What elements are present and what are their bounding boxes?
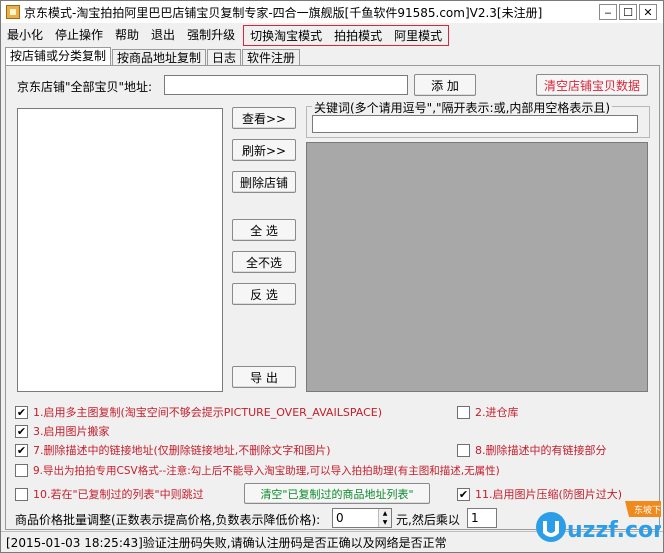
menu-ali-mode[interactable]: 阿里模式 (388, 26, 448, 46)
tab-panel: 京东店铺"全部宝贝"地址: 添 加 清空店铺宝贝数据 查看>> 刷新>> 删除店… (5, 65, 660, 530)
option-9-label: 9.导出为拍拍专用CSV格式--注意:勾上后不能导入淘宝助理,可以导入拍拍助理(… (33, 465, 500, 477)
app-icon (6, 5, 20, 19)
menu-paipai-mode[interactable]: 拍拍模式 (328, 26, 388, 46)
tab-log[interactable]: 日志 (207, 49, 242, 66)
option-8-row[interactable]: 8.删除描述中的有链接部分 (457, 442, 607, 458)
price-unit-label: 元,然后乘以 (396, 513, 460, 527)
tab-by-store[interactable]: 按店铺或分类复制 (5, 47, 112, 66)
menu-bar: 最小化 停止操作 帮助 退出 强制升级 切换淘宝模式 拍拍模式 阿里模式 (1, 24, 663, 46)
watermark-domain-text: uzzf.com (567, 518, 661, 543)
option-10-row[interactable]: 10.若在"已复制过的列表"中则跳过 (15, 486, 204, 502)
watermark-badge-text: 东坡下载 (634, 504, 661, 516)
tab-by-url[interactable]: 按商品地址复制 (112, 49, 207, 66)
refresh-button[interactable]: 刷新>> (232, 139, 296, 161)
option-11-checkbox[interactable]: ✔ (457, 487, 470, 501)
option-7-checkbox[interactable]: ✔ (15, 443, 28, 457)
watermark-logo: 东坡下载 uzzf.com (536, 501, 661, 543)
invert-selection-button[interactable]: 反 选 (232, 283, 296, 305)
price-multiplier-input[interactable]: 1 (467, 508, 497, 528)
menu-help[interactable]: 帮助 (109, 25, 145, 45)
select-none-button[interactable]: 全不选 (232, 251, 296, 273)
option-2-label: 2.进仓库 (475, 406, 519, 419)
keyword-input[interactable] (312, 115, 638, 133)
option-3-row[interactable]: ✔ 3.启用图片搬家 (15, 423, 110, 439)
option-3-label: 3.启用图片搬家 (33, 425, 110, 438)
clear-copied-list-button[interactable]: 清空"已复制过的商品地址列表" (244, 483, 430, 504)
option-1-row[interactable]: ✔ 1.启用多主图复制(淘宝空间不够会提示PICTURE_OVER_AVAILS… (15, 404, 382, 420)
menu-exit[interactable]: 退出 (145, 25, 181, 45)
preview-area (306, 142, 648, 392)
option-3-checkbox[interactable]: ✔ (15, 424, 28, 438)
price-adjust-stepper[interactable]: 0 ▲ ▼ (332, 508, 392, 528)
menu-minimize[interactable]: 最小化 (1, 25, 49, 45)
stepper-arrows[interactable]: ▲ ▼ (378, 509, 391, 527)
store-address-input[interactable] (164, 75, 408, 95)
chevron-up-icon[interactable]: ▲ (379, 509, 391, 518)
title-bar: 京东模式-淘宝拍拍阿里巴巴店铺宝贝复制专家-四合一旗舰版[千鱼软件91585.c… (1, 1, 663, 23)
store-list[interactable] (17, 108, 223, 392)
option-8-checkbox[interactable] (457, 443, 470, 457)
maximize-icon[interactable]: ☐ (619, 4, 637, 20)
app-window: 京东模式-淘宝拍拍阿里巴巴店铺宝贝复制专家-四合一旗舰版[千鱼软件91585.c… (0, 0, 664, 553)
option-8-label: 8.删除描述中的有链接部分 (475, 444, 607, 457)
window-title: 京东模式-淘宝拍拍阿里巴巴店铺宝贝复制专家-四合一旗舰版[千鱼软件91585.c… (24, 5, 543, 20)
option-2-row[interactable]: 2.进仓库 (457, 404, 519, 420)
clear-store-data-button[interactable]: 清空店铺宝贝数据 (536, 74, 648, 96)
option-2-checkbox[interactable] (457, 405, 470, 419)
tab-register[interactable]: 软件注册 (242, 49, 301, 66)
store-address-label: 京东店铺"全部宝贝"地址: (17, 80, 153, 94)
tab-strip: 按店铺或分类复制 按商品地址复制 日志 软件注册 (5, 47, 301, 66)
select-all-button[interactable]: 全 选 (232, 219, 296, 241)
menu-taobao-mode[interactable]: 切换淘宝模式 (244, 26, 328, 46)
export-button[interactable]: 导 出 (232, 366, 296, 388)
menu-force-upgrade[interactable]: 强制升级 (181, 25, 241, 45)
option-10-label: 10.若在"已复制过的列表"中则跳过 (33, 488, 204, 501)
minimize-icon[interactable]: ‒ (599, 4, 617, 20)
add-store-button[interactable]: 添 加 (414, 74, 476, 96)
option-10-checkbox[interactable] (15, 487, 28, 501)
status-text: [2015-01-03 18:25:43]验证注册码失败,请确认注册码是否正确以… (6, 535, 447, 550)
price-adjust-value[interactable]: 0 (333, 509, 378, 527)
option-7-row[interactable]: ✔ 7.删除描述中的链接地址(仅删除链接地址,不删除文字和图片) (15, 442, 331, 458)
view-button[interactable]: 查看>> (232, 107, 296, 129)
option-1-checkbox[interactable]: ✔ (15, 405, 28, 419)
mode-switch-group: 切换淘宝模式 拍拍模式 阿里模式 (243, 24, 450, 46)
close-icon[interactable]: ✕ (639, 4, 657, 20)
keyword-label: 关键词(多个请用逗号","隔开表示:或,内部用空格表示且) (312, 99, 613, 116)
option-9-checkbox[interactable] (15, 464, 28, 477)
option-1-label: 1.启用多主图复制(淘宝空间不够会提示PICTURE_OVER_AVAILSPA… (33, 406, 382, 419)
menu-stop[interactable]: 停止操作 (49, 25, 109, 45)
window-controls: ‒ ☐ ✕ (599, 4, 657, 20)
chevron-down-icon[interactable]: ▼ (379, 518, 391, 527)
option-7-label: 7.删除描述中的链接地址(仅删除链接地址,不删除文字和图片) (33, 444, 331, 457)
option-9-row[interactable]: 9.导出为拍拍专用CSV格式--注意:勾上后不能导入淘宝助理,可以导入拍拍助理(… (15, 463, 500, 478)
delete-store-button[interactable]: 删除店铺 (232, 171, 296, 193)
price-adjust-label: 商品价格批量调整(正数表示提高价格,负数表示降低价格): (15, 513, 321, 527)
